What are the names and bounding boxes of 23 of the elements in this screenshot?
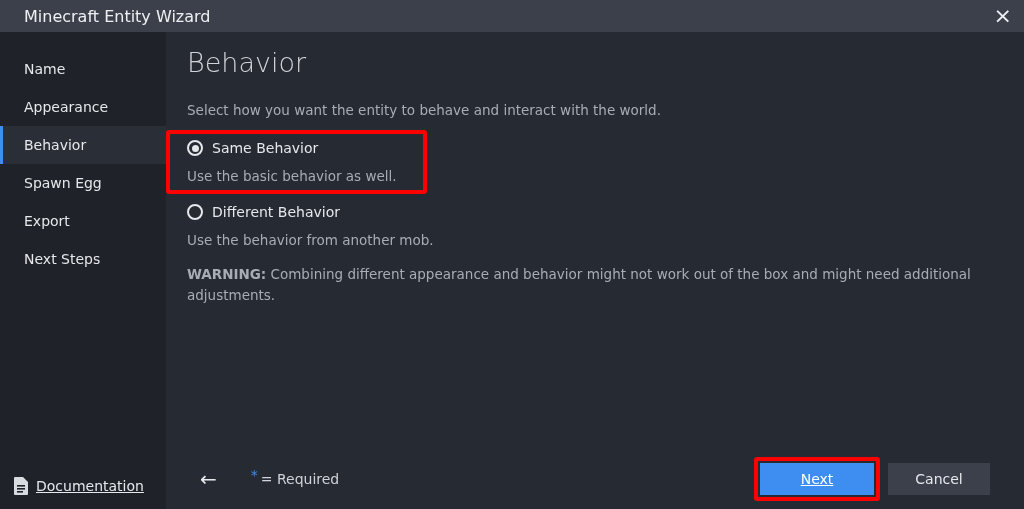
- sidebar-item[interactable]: Name: [0, 50, 166, 88]
- required-mark: *: [250, 467, 258, 483]
- page-heading: Behavior: [187, 46, 308, 80]
- sidebar-item[interactable]: Export: [0, 202, 166, 240]
- sidebar-item[interactable]: Spawn Egg: [0, 164, 166, 202]
- sidebar-item[interactable]: Next Steps: [0, 240, 166, 278]
- sidebar-item[interactable]: Behavior: [0, 126, 166, 164]
- radio-button[interactable]: [187, 204, 203, 220]
- option-description: Use the basic behavior as well.: [187, 168, 398, 184]
- radio-option[interactable]: Different Behavior: [187, 204, 980, 220]
- cancel-button[interactable]: Cancel: [888, 463, 990, 495]
- back-button[interactable]: ←: [196, 467, 221, 491]
- sidebar-item[interactable]: Appearance: [0, 88, 166, 126]
- document-icon: [14, 477, 28, 495]
- option-description: Use the behavior from another mob.: [187, 232, 435, 248]
- documentation-link[interactable]: Documentation: [36, 478, 144, 494]
- intro-text: Select how you want the entity to behave and interact with the world.: [187, 102, 662, 118]
- radio-option[interactable]: Same Behavior: [187, 140, 413, 156]
- radio-button[interactable]: [187, 140, 203, 156]
- close-button[interactable]: ×: [989, 5, 1016, 27]
- required-legend: = Required: [260, 471, 340, 487]
- window-title: Minecraft Entity Wizard: [24, 6, 211, 26]
- warning-text: WARNING: Combining different appearance and behavior might not work out of the box and might need additional adjustments.: [187, 265, 972, 305]
